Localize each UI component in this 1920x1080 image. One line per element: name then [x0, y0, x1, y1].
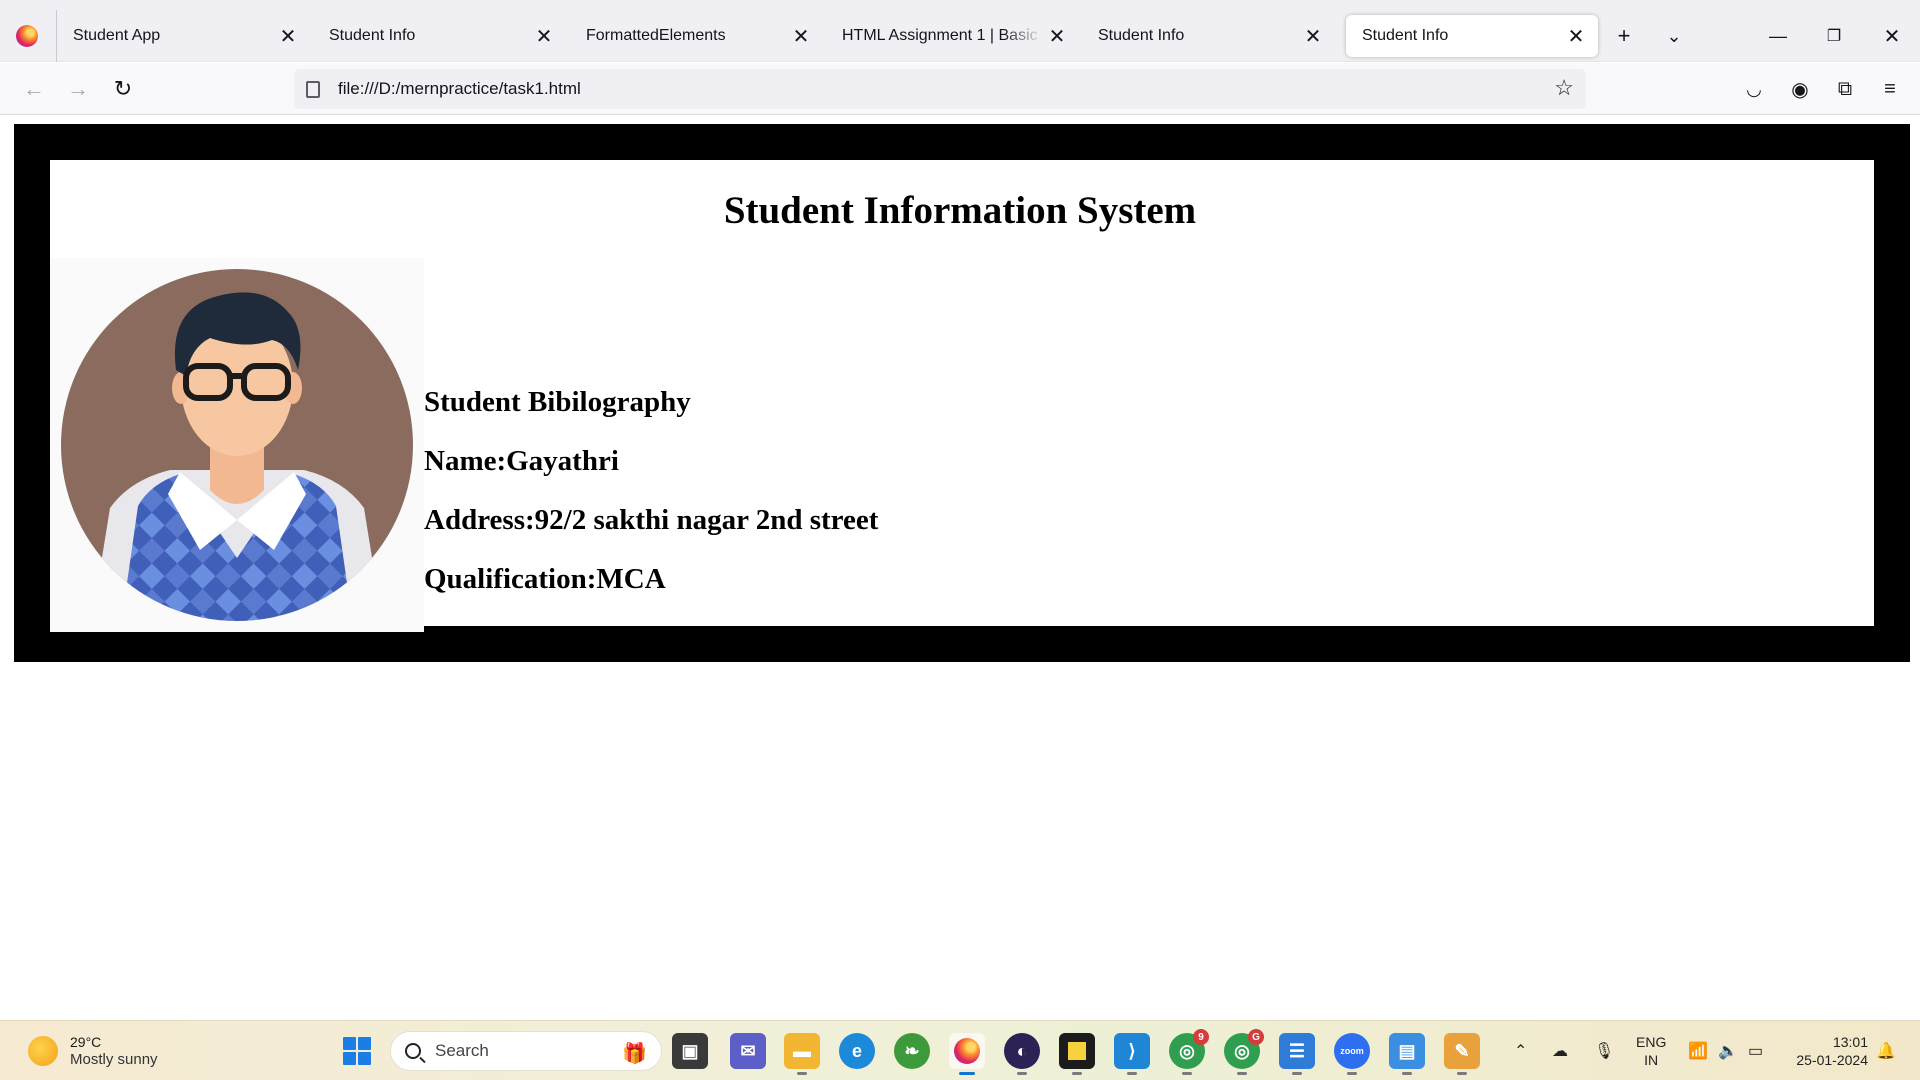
student-qualification: Qualification:MCA: [424, 563, 666, 595]
tab-html-assignment[interactable]: HTML Assignment 1 | Basic HTML ✕: [826, 15, 1079, 57]
eclipse-icon[interactable]: ◐: [1004, 1033, 1040, 1075]
wifi-icon[interactable]: 📶: [1688, 1041, 1708, 1061]
tab-student-info-2[interactable]: Student Info ✕: [1082, 15, 1335, 57]
firefox-icon[interactable]: [16, 25, 38, 47]
bio-heading: Student Bibilography: [424, 386, 691, 418]
new-tab-plus-icon[interactable]: +: [1608, 20, 1640, 52]
battery-icon[interactable]: ▭: [1748, 1041, 1763, 1061]
list-tabs-chevron-icon[interactable]: ⌄: [1658, 20, 1690, 52]
notifications-bell-icon[interactable]: 🔔: [1876, 1041, 1896, 1061]
student-avatar: [50, 258, 424, 632]
forward-arrow-icon[interactable]: →: [62, 73, 94, 105]
clock-date: 25-01-2024: [1796, 1052, 1868, 1068]
zoom-icon[interactable]: zoom: [1334, 1033, 1370, 1075]
chrome-badge: 9: [1193, 1029, 1209, 1045]
microphone-icon[interactable]: 🎙: [1594, 1041, 1614, 1061]
language-bottom: IN: [1644, 1052, 1659, 1068]
student-address: Address:92/2 sakthi nagar 2nd street: [424, 504, 879, 536]
close-icon[interactable]: ✕: [530, 22, 558, 50]
taskbar-search[interactable]: Search 🎁: [390, 1031, 662, 1071]
clock[interactable]: 13:01 25-01-2024: [1786, 1033, 1868, 1069]
tab-label: Student Info: [329, 27, 416, 44]
spring-tool-icon[interactable]: ❧: [894, 1033, 930, 1069]
vscode-icon[interactable]: ⟩: [1114, 1033, 1150, 1075]
tab-label: Student Info: [1098, 27, 1185, 44]
student-avatar-image: [61, 269, 413, 621]
tab-student-app[interactable]: Student App ✕: [57, 15, 310, 57]
page-title: Student Information System: [723, 189, 1197, 232]
window-close-icon[interactable]: ✕: [1872, 16, 1912, 56]
search-icon: [405, 1043, 421, 1059]
close-icon[interactable]: ✕: [1299, 22, 1327, 50]
gift-icon: 🎁: [622, 1043, 647, 1065]
url-bar[interactable]: file:///D:/mernpractice/task1.html ☆: [294, 69, 1586, 109]
onedrive-cloud-icon[interactable]: ☁: [1552, 1041, 1568, 1061]
reload-icon[interactable]: ↻: [107, 73, 139, 105]
language-top: ENG: [1636, 1034, 1667, 1050]
page-icon: [306, 80, 320, 98]
close-icon[interactable]: ✕: [1562, 22, 1590, 50]
tab-label: Student Info: [1362, 27, 1449, 44]
student-bibliography: Student Bibilography Name:Gayathri Addre…: [424, 386, 878, 622]
pocket-icon[interactable]: ◡: [1738, 73, 1770, 105]
chrome-icon[interactable]: ◎ 9: [1169, 1029, 1209, 1075]
chrome-profile-icon[interactable]: ◎ G: [1224, 1029, 1264, 1075]
back-arrow-icon[interactable]: ←: [18, 73, 50, 105]
account-icon[interactable]: ◉: [1784, 73, 1816, 105]
teams-chat-icon[interactable]: ✉: [730, 1033, 766, 1069]
student-name: Name:Gayathri: [424, 445, 619, 477]
url-text[interactable]: file:///D:/mernpractice/task1.html: [338, 79, 581, 99]
close-icon[interactable]: ✕: [274, 22, 302, 50]
volume-icon[interactable]: 🔈: [1718, 1041, 1738, 1061]
close-icon[interactable]: ✕: [787, 22, 815, 50]
paint-icon[interactable]: ✎: [1444, 1033, 1480, 1075]
close-icon[interactable]: ✕: [1043, 22, 1071, 50]
clock-time: 13:01: [1832, 1034, 1868, 1050]
notepad-icon[interactable]: ☰: [1279, 1033, 1315, 1075]
calendar-app-icon[interactable]: ▤: [1389, 1033, 1425, 1075]
weather-condition: Mostly sunny: [70, 1051, 158, 1068]
chrome-profile-badge: G: [1248, 1029, 1264, 1045]
weather-widget[interactable]: 29°C Mostly sunny: [28, 1033, 158, 1069]
restore-icon[interactable]: ❐: [1814, 16, 1854, 56]
weather-sun-icon: [28, 1036, 58, 1066]
tab-strip: Student App ✕ Student Info ✕ FormattedEl…: [0, 0, 1920, 62]
weather-temperature: 29°C: [70, 1034, 102, 1050]
minimize-icon[interactable]: —: [1758, 16, 1798, 56]
windows-taskbar: 29°C Mostly sunny Search 🎁 ▣ ✉ ▬ e ❧ ◐ ⟩…: [0, 1020, 1920, 1080]
show-hidden-icons-chevron-icon[interactable]: ⌃: [1514, 1041, 1527, 1061]
file-explorer-icon[interactable]: ▬: [784, 1033, 820, 1075]
tab-formatted-elements[interactable]: FormattedElements ✕: [570, 15, 823, 57]
task-view-icon[interactable]: ▣: [672, 1033, 708, 1069]
tab-label: HTML Assignment 1 | Basic HTML: [842, 27, 1043, 44]
menu-hamburger-icon[interactable]: ≡: [1874, 73, 1906, 105]
start-windows-icon[interactable]: [343, 1037, 371, 1065]
tab-label: FormattedElements: [586, 27, 726, 44]
sticky-notes-icon[interactable]: [1059, 1033, 1095, 1075]
language-indicator[interactable]: ENG IN: [1636, 1033, 1666, 1069]
navigation-bar: ← → ↻ file:///D:/mernpractice/task1.html…: [0, 63, 1920, 115]
firefox-taskbar-icon[interactable]: [949, 1033, 985, 1075]
extensions-puzzle-icon[interactable]: ⧉: [1829, 73, 1861, 105]
tab-student-info[interactable]: Student Info ✕: [313, 15, 566, 57]
edge-browser-icon[interactable]: e: [839, 1033, 875, 1069]
tab-student-info-active[interactable]: Student Info ✕: [1346, 15, 1598, 57]
tab-label: Student App: [73, 27, 161, 44]
bookmark-star-icon[interactable]: ☆: [1554, 75, 1574, 101]
search-label: Search: [435, 1041, 489, 1060]
